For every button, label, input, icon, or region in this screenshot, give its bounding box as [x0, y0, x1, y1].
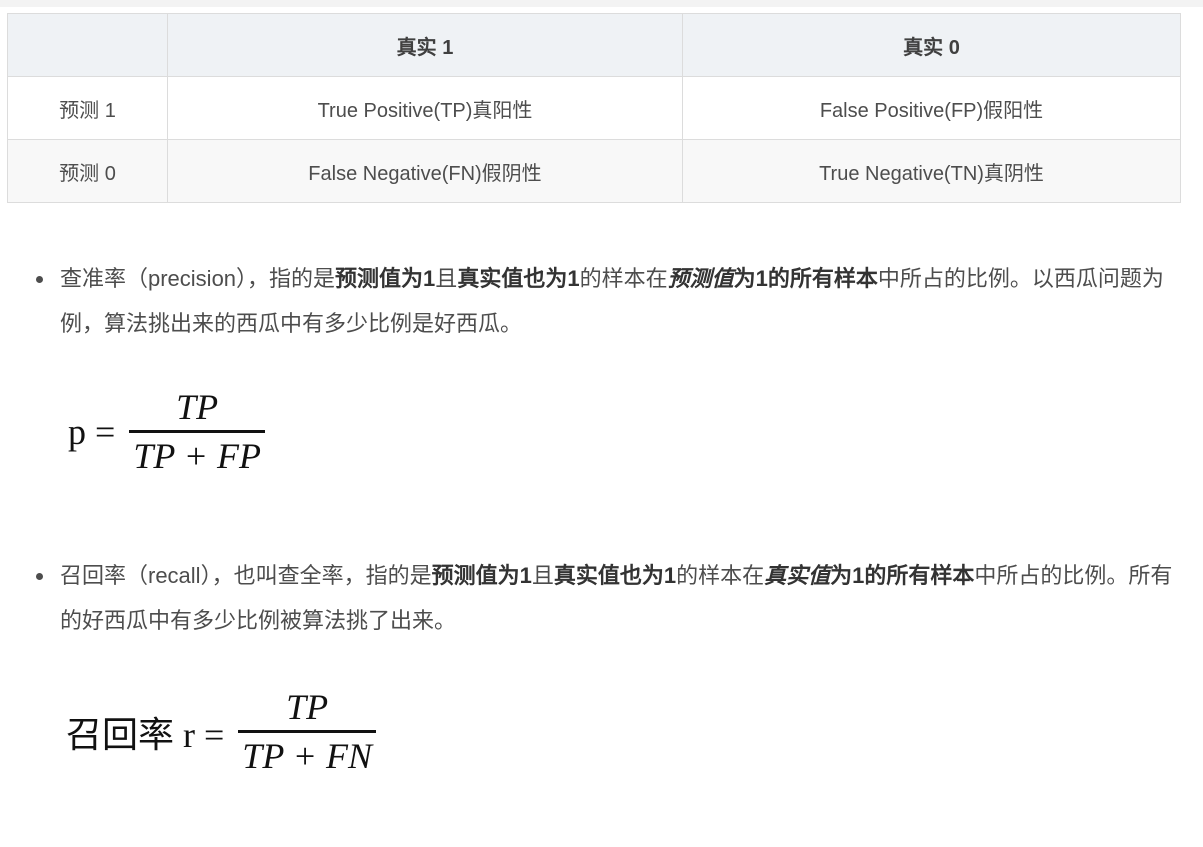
text: 查准率（precision），指的是 [60, 266, 336, 291]
fraction: TP TP + FN [238, 686, 376, 777]
bold-text: 预测值为1 [431, 563, 532, 588]
bold-text: 预测值为1 [335, 266, 436, 291]
text: 的样本在 [676, 563, 765, 588]
bold-text: 真实值也为1 [553, 563, 677, 588]
table-cell: True Positive(TP)真阳性 [167, 76, 683, 140]
bold-text: 真实值也为1 [457, 266, 580, 291]
table-row: 预测 0 False Negative(FN)假阴性 True Negative… [7, 139, 1181, 203]
table-cell: False Positive(FP)假阳性 [682, 76, 1181, 140]
top-bar [0, 0, 1203, 7]
numerator: TP [176, 387, 219, 427]
table-header-cell: 真实 0 [682, 13, 1181, 77]
recall-definition: 召回率（recall），也叫查全率，指的是预测值为1且真实值也为1的样本在真实值… [0, 553, 1180, 643]
text: 召回率（recall），也叫查全率，指的是 [60, 563, 432, 588]
bold-italic-text: 真实值 [764, 563, 831, 588]
fraction: TP TP + FP [129, 386, 265, 477]
text: 的样本在 [579, 266, 668, 291]
table-header-cell: 真实 1 [167, 13, 683, 77]
table-row: 预测 1 True Positive(TP)真阳性 False Positive… [7, 76, 1181, 140]
text: 且 [435, 266, 458, 291]
precision-list: 查准率（precision），指的是预测值为1且真实值也为1的样本在预测值为1的… [0, 256, 1180, 346]
bold-italic-text: 预测值 [667, 266, 734, 291]
bullet-icon [36, 573, 43, 580]
bullet-icon [36, 276, 43, 283]
numerator: TP [286, 687, 329, 727]
precision-definition: 查准率（precision），指的是预测值为1且真实值也为1的样本在预测值为1的… [0, 256, 1180, 346]
bold-text: 为1的所有样本 [830, 563, 975, 588]
table-header-cell [7, 13, 168, 77]
recall-list: 召回率（recall），也叫查全率，指的是预测值为1且真实值也为1的样本在真实值… [0, 553, 1180, 643]
precision-formula: p = TP TP + FP [68, 386, 265, 477]
bold-text: 为1的所有样本 [733, 266, 878, 291]
table-cell: False Negative(FN)假阴性 [167, 139, 683, 203]
table-cell: 预测 0 [7, 139, 168, 203]
table-cell: 预测 1 [7, 76, 168, 140]
denominator: TP + FP [129, 430, 265, 477]
recall-formula: 召回率 r = TP TP + FN [66, 686, 376, 777]
table-header-row: 真实 1 真实 0 [7, 13, 1181, 77]
formula-lhs: p = [68, 411, 116, 452]
table-cell: True Negative(TN)真阴性 [682, 139, 1181, 203]
denominator: TP + FN [238, 730, 376, 777]
confusion-matrix-table: 真实 1 真实 0 预测 1 True Positive(TP)真阳性 Fals… [7, 13, 1181, 203]
formula-lhs: 召回率 r = [66, 714, 225, 755]
text: 且 [531, 563, 554, 588]
